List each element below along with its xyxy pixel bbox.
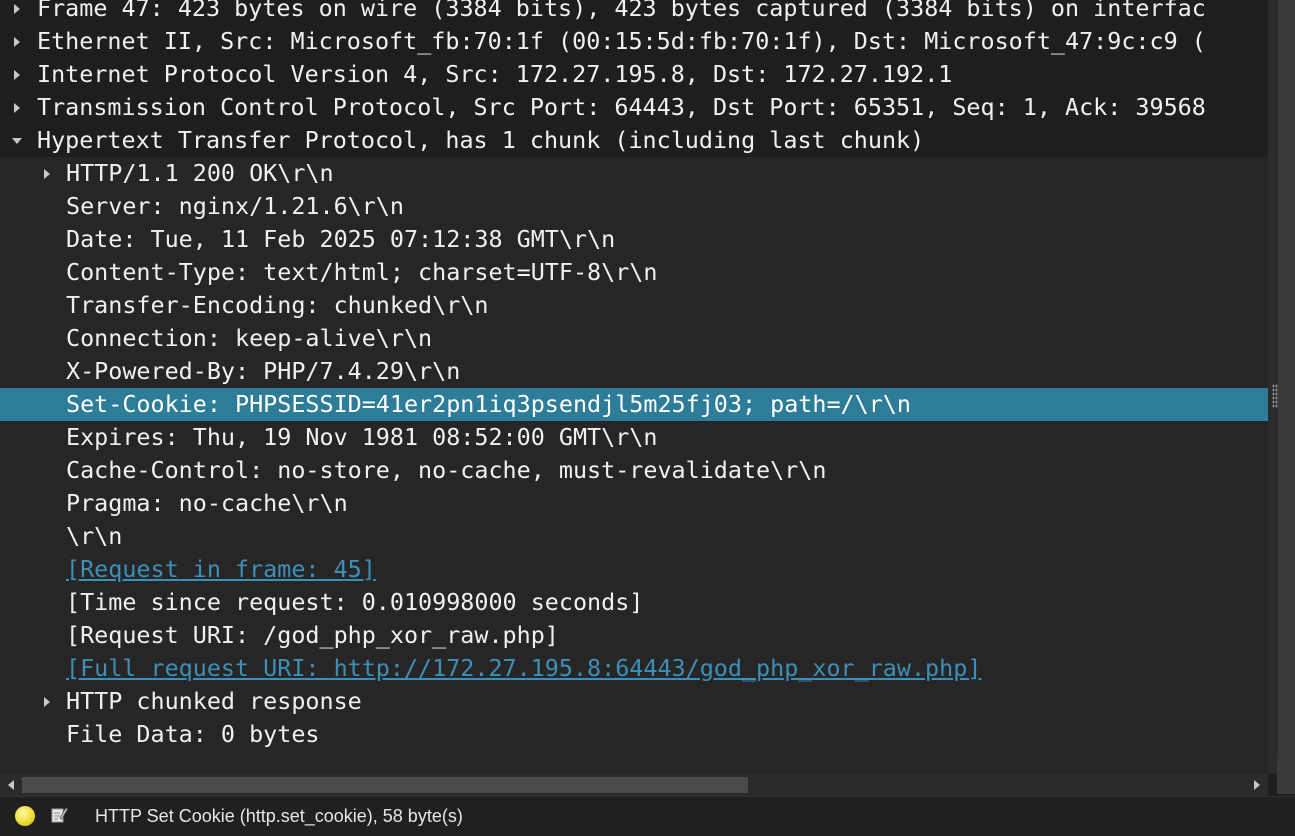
tree-row-tcp[interactable]: Transmission Control Protocol, Src Port:…	[0, 91, 1268, 124]
tree-row-label: Server: nginx/1.21.6\r\n	[66, 192, 404, 220]
tree-row-empty	[0, 751, 1268, 774]
tree-row-label: [Request URI: /god_php_xor_raw.php]	[66, 621, 559, 649]
expand-arrow-icon[interactable]	[10, 91, 24, 124]
tree-row-crlf[interactable]: \r\n	[0, 520, 1268, 553]
tree-row-pragma[interactable]: Pragma: no-cache\r\n	[0, 487, 1268, 520]
tree-row-transfer-encoding[interactable]: Transfer-Encoding: chunked\r\n	[0, 289, 1268, 322]
horizontal-scrollbar[interactable]	[0, 774, 1268, 796]
expand-arrow-icon[interactable]	[10, 0, 24, 25]
tree-row-label: HTTP/1.1 200 OK\r\n	[66, 159, 334, 187]
tree-row-expires[interactable]: Expires: Thu, 19 Nov 1981 08:52:00 GMT\r…	[0, 421, 1268, 454]
scrollbar-corner	[1277, 758, 1295, 794]
expand-arrow-icon[interactable]	[40, 157, 54, 190]
full-request-uri-link[interactable]: [Full request URI: http://172.27.195.8:6…	[66, 652, 981, 685]
vertical-scrollbar-thumb[interactable]	[1278, 0, 1295, 774]
tree-row-label: Date: Tue, 11 Feb 2025 07:12:38 GMT\r\n	[66, 225, 616, 253]
tree-row-chunked-response[interactable]: HTTP chunked response	[0, 685, 1268, 718]
tree-row-http[interactable]: Hypertext Transfer Protocol, has 1 chunk…	[0, 124, 1268, 157]
tree-row-time-since-request[interactable]: [Time since request: 0.010998000 seconds…	[0, 586, 1268, 619]
scroll-right-arrow-icon[interactable]	[1248, 776, 1266, 794]
edit-comment-icon[interactable]	[50, 806, 68, 824]
tree-row-ipv4[interactable]: Internet Protocol Version 4, Src: 172.27…	[0, 58, 1268, 91]
tree-row-label: Cache-Control: no-store, no-cache, must-…	[66, 456, 827, 484]
status-bar: HTTP Set Cookie (http.set_cookie), 58 by…	[0, 796, 1295, 836]
tree-row-label: \r\n	[66, 522, 123, 550]
expand-arrow-icon[interactable]	[10, 25, 24, 58]
tree-row-label: Content-Type: text/html; charset=UTF-8\r…	[66, 258, 658, 286]
tree-row-label: Hypertext Transfer Protocol, has 1 chunk…	[37, 126, 925, 154]
tree-row-label: Internet Protocol Version 4, Src: 172.27…	[37, 60, 953, 88]
tree-row-cache-control[interactable]: Cache-Control: no-store, no-cache, must-…	[0, 454, 1268, 487]
tree-row-full-request-uri[interactable]: [Full request URI: http://172.27.195.8:6…	[0, 652, 1268, 685]
tree-row-label: File Data: 0 bytes	[66, 720, 320, 748]
expand-arrow-icon[interactable]	[10, 58, 24, 91]
tree-row-content-type[interactable]: Content-Type: text/html; charset=UTF-8\r…	[0, 256, 1268, 289]
horizontal-scrollbar-thumb[interactable]	[22, 777, 748, 793]
expert-info-led-icon[interactable]	[15, 806, 35, 826]
tree-row-request-in-frame[interactable]: [Request in frame: 45]	[0, 553, 1268, 586]
tree-row-label: Expires: Thu, 19 Nov 1981 08:52:00 GMT\r…	[66, 423, 658, 451]
tree-row-file-data[interactable]: File Data: 0 bytes	[0, 718, 1268, 751]
tree-row-label: X-Powered-By: PHP/7.4.29\r\n	[66, 357, 461, 385]
tree-row-server[interactable]: Server: nginx/1.21.6\r\n	[0, 190, 1268, 223]
field-info-text: HTTP Set Cookie (http.set_cookie), 58 by…	[95, 806, 463, 826]
tree-row-x-powered-by[interactable]: X-Powered-By: PHP/7.4.29\r\n	[0, 355, 1268, 388]
tree-row-request-uri[interactable]: [Request URI: /god_php_xor_raw.php]	[0, 619, 1268, 652]
tree-row-label: Frame 47: 423 bytes on wire (3384 bits),…	[37, 0, 1206, 22]
tree-row-label: HTTP chunked response	[66, 687, 362, 715]
collapse-arrow-icon[interactable]	[10, 124, 24, 157]
tree-row-label: Transfer-Encoding: chunked\r\n	[66, 291, 489, 319]
tree-row-label: Set-Cookie: PHPSESSID=41er2pn1iq3psendjl…	[66, 390, 911, 418]
tree-row-label: Ethernet II, Src: Microsoft_fb:70:1f (00…	[37, 27, 1206, 55]
tree-row-ethernet[interactable]: Ethernet II, Src: Microsoft_fb:70:1f (00…	[0, 25, 1268, 58]
tree-row-label: Connection: keep-alive\r\n	[66, 324, 433, 352]
tree-row-label: Pragma: no-cache\r\n	[66, 489, 348, 517]
tree-row-label: Transmission Control Protocol, Src Port:…	[37, 93, 1206, 121]
tree-row-connection[interactable]: Connection: keep-alive\r\n	[0, 322, 1268, 355]
expand-arrow-icon[interactable]	[40, 685, 54, 718]
scroll-left-arrow-icon[interactable]	[2, 776, 20, 794]
request-in-frame-link[interactable]: [Request in frame: 45]	[66, 553, 376, 586]
tree-row-date[interactable]: Date: Tue, 11 Feb 2025 07:12:38 GMT\r\n	[0, 223, 1268, 256]
splitter-grip-icon[interactable]	[1272, 384, 1278, 408]
tree-row-label: [Time since request: 0.010998000 seconds…	[66, 588, 644, 616]
tree-row-http-status-line[interactable]: HTTP/1.1 200 OK\r\n	[0, 157, 1268, 190]
tree-row-set-cookie[interactable]: Set-Cookie: PHPSESSID=41er2pn1iq3psendjl…	[0, 388, 1268, 421]
tree-row-frame[interactable]: Frame 47: 423 bytes on wire (3384 bits),…	[0, 0, 1268, 25]
packet-details-tree[interactable]: Frame 47: 423 bytes on wire (3384 bits),…	[0, 0, 1268, 774]
packet-details-window: Frame 47: 423 bytes on wire (3384 bits),…	[0, 0, 1295, 836]
